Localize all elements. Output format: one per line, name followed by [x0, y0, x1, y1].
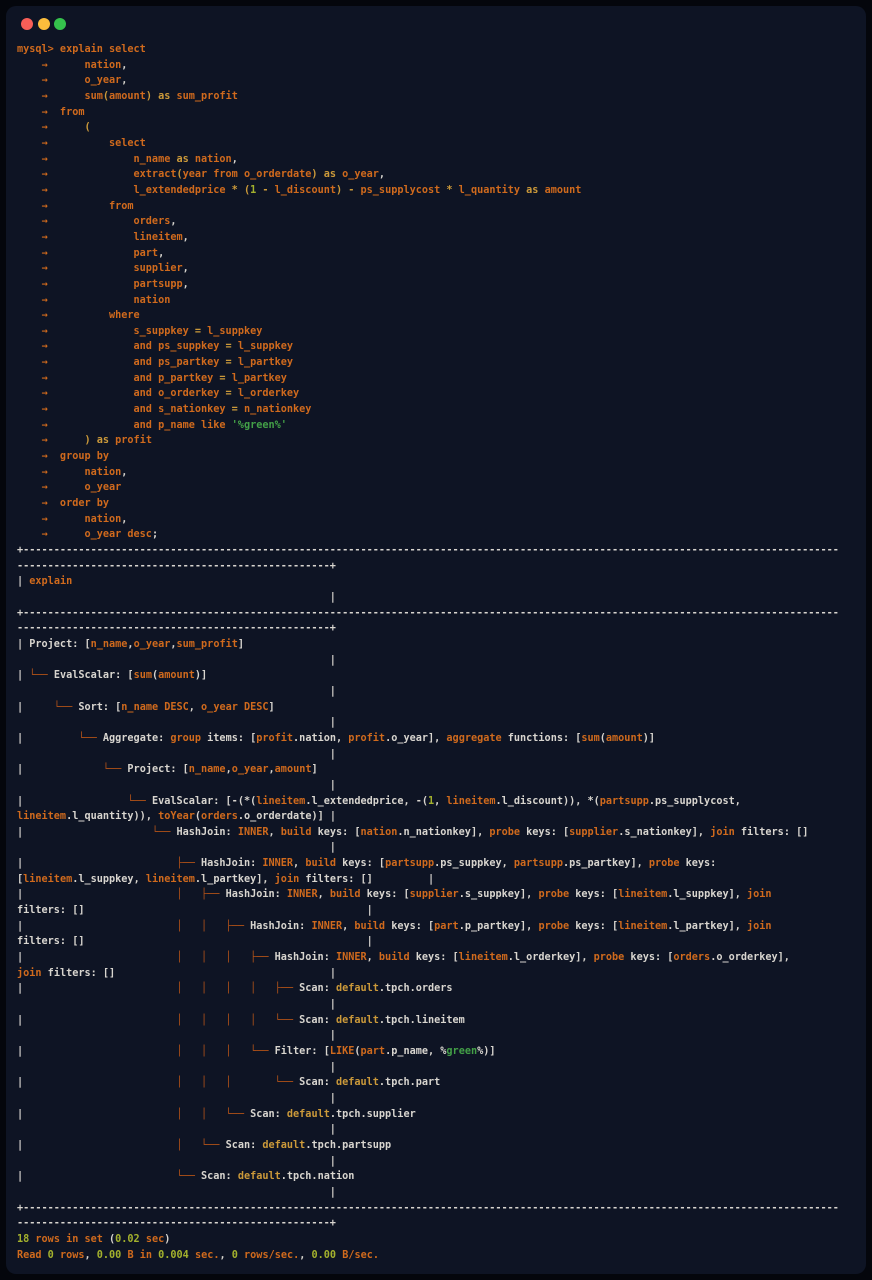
terminal-line: → nation, — [17, 58, 866, 74]
terminal-line: → ) as profit — [17, 433, 866, 449]
terminal-line: | — [17, 653, 866, 669]
terminal-line: [lineitem.l_suppkey, lineitem.l_partkey]… — [17, 872, 866, 888]
terminal-line: → lineitem, — [17, 230, 866, 246]
terminal-line: | └── EvalScalar: [-(*(lineitem.l_extend… — [17, 794, 866, 810]
terminal-line: +---------------------------------------… — [17, 606, 866, 622]
terminal-line: join filters: [] | — [17, 966, 866, 982]
terminal-line: | — [17, 1122, 866, 1138]
terminal-line: → nation, — [17, 512, 866, 528]
terminal-line: → sum(amount) as sum_profit — [17, 89, 866, 105]
terminal-line: → and p_partkey = l_partkey — [17, 371, 866, 387]
terminal-line: → order by — [17, 496, 866, 512]
terminal-line: | — [17, 1028, 866, 1044]
terminal-line: | └── Project: [n_name,o_year,amount] — [17, 762, 866, 778]
terminal-line: → supplier, — [17, 261, 866, 277]
terminal-line: | │ ├── HashJoin: INNER, build keys: [su… — [17, 887, 866, 903]
terminal-line: → orders, — [17, 214, 866, 230]
zoom-button-icon[interactable] — [54, 18, 66, 30]
terminal-line: → where — [17, 308, 866, 324]
terminal-line: → o_year, — [17, 73, 866, 89]
terminal-line: | — [17, 1185, 866, 1201]
terminal-line: | │ │ │ └── Scan: default.tpch.part — [17, 1075, 866, 1091]
terminal-line: → n_name as nation, — [17, 152, 866, 168]
minimize-button-icon[interactable] — [38, 18, 50, 30]
terminal-line: → nation, — [17, 465, 866, 481]
terminal-line: | — [17, 840, 866, 856]
terminal-line: | └── EvalScalar: [sum(amount)] — [17, 668, 866, 684]
terminal-line: +---------------------------------------… — [17, 543, 866, 559]
terminal-line: → ( — [17, 120, 866, 136]
terminal-line: | Project: [n_name,o_year,sum_profit] — [17, 637, 866, 653]
terminal-output[interactable]: mysql> explain select → nation, → o_year… — [17, 42, 866, 1274]
terminal-line: → part, — [17, 246, 866, 262]
terminal-line: ----------------------------------------… — [17, 559, 866, 575]
terminal-line: | — [17, 684, 866, 700]
terminal-line: | └── Scan: default.tpch.nation — [17, 1169, 866, 1185]
terminal-line: lineitem.l_quantity)), toYear(orders.o_o… — [17, 809, 866, 825]
terminal-line: | │ │ ├── HashJoin: INNER, build keys: [… — [17, 919, 866, 935]
terminal-line: | │ │ │ └── Filter: [LIKE(part.p_name, %… — [17, 1044, 866, 1060]
terminal-line: → and o_orderkey = l_orderkey — [17, 386, 866, 402]
terminal-line: → nation — [17, 293, 866, 309]
terminal-line: filters: [] | — [17, 903, 866, 919]
terminal-line: → l_extendedprice * (1 - l_discount) - p… — [17, 183, 866, 199]
terminal-line: ----------------------------------------… — [17, 1216, 866, 1232]
terminal-line: → partsupp, — [17, 277, 866, 293]
terminal-window: mysql> explain select → nation, → o_year… — [6, 6, 866, 1274]
terminal-line: | — [17, 997, 866, 1013]
terminal-line: filters: [] | — [17, 934, 866, 950]
terminal-line: → o_year desc; — [17, 527, 866, 543]
terminal-line: ----------------------------------------… — [17, 621, 866, 637]
terminal-line: | — [17, 1060, 866, 1076]
titlebar — [6, 6, 866, 36]
terminal-line: | └── Sort: [n_name DESC, o_year DESC] — [17, 700, 866, 716]
terminal-line: mysql> explain select — [17, 42, 866, 58]
terminal-line: → extract(year from o_orderdate) as o_ye… — [17, 167, 866, 183]
terminal-line: Read 0 rows, 0.00 B in 0.004 sec., 0 row… — [17, 1248, 866, 1264]
terminal-line: | — [17, 1091, 866, 1107]
terminal-line: | ├── HashJoin: INNER, build keys: [part… — [17, 856, 866, 872]
close-button-icon[interactable] — [21, 18, 33, 30]
terminal-line: | │ │ │ ├── HashJoin: INNER, build keys:… — [17, 950, 866, 966]
terminal-line: | │ │ │ │ ├── Scan: default.tpch.orders — [17, 981, 866, 997]
terminal-line: | └── HashJoin: INNER, build keys: [nati… — [17, 825, 866, 841]
terminal-line: | │ │ │ │ └── Scan: default.tpch.lineite… — [17, 1013, 866, 1029]
terminal-line: → and s_nationkey = n_nationkey — [17, 402, 866, 418]
terminal-line: → select — [17, 136, 866, 152]
terminal-line: | — [17, 1154, 866, 1170]
terminal-line: | — [17, 590, 866, 606]
terminal-line: | — [17, 778, 866, 794]
terminal-line: → and p_name like '%green%' — [17, 418, 866, 434]
terminal-line: +---------------------------------------… — [17, 1201, 866, 1217]
terminal-line: | — [17, 715, 866, 731]
terminal-line: 18 rows in set (0.02 sec) — [17, 1232, 866, 1248]
terminal-line: → and ps_suppkey = l_suppkey — [17, 339, 866, 355]
terminal-line: | │ └── Scan: default.tpch.partsupp — [17, 1138, 866, 1154]
terminal-line: | └── Aggregate: group items: [profit.na… — [17, 731, 866, 747]
terminal-line: → group by — [17, 449, 866, 465]
terminal-line: | explain — [17, 574, 866, 590]
terminal-line: → s_suppkey = l_suppkey — [17, 324, 866, 340]
terminal-line: → and ps_partkey = l_partkey — [17, 355, 866, 371]
terminal-line: → from — [17, 105, 866, 121]
terminal-line: → o_year — [17, 480, 866, 496]
terminal-line: | — [17, 747, 866, 763]
terminal-line: → from — [17, 199, 866, 215]
terminal-line: | │ │ └── Scan: default.tpch.supplier — [17, 1107, 866, 1123]
